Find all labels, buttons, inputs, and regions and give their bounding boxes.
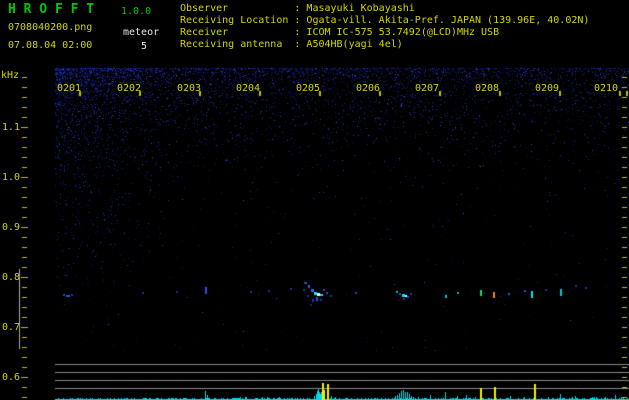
freq-label: 1.0 — [2, 172, 21, 183]
freq-label: 0.9 — [2, 222, 21, 233]
station-info-line: Receiving antenna : A504HB(yagi 4el) — [180, 39, 403, 50]
freq-label: 0.7 — [2, 322, 21, 333]
freq-label: 0.8 — [2, 272, 21, 283]
time-label: 0203 — [177, 83, 202, 94]
output-filename: 0708040200.png — [8, 22, 93, 33]
time-label: 0210 — [594, 83, 619, 94]
app-title: H R O F F T — [8, 2, 95, 17]
time-label: 0202 — [117, 83, 142, 94]
freq-axis-unit: kHz — [1, 70, 20, 81]
time-label: 0208 — [475, 83, 500, 94]
time-label: 0206 — [356, 83, 381, 94]
station-info-line: Receiving Location : Ogata-vill. Akita-P… — [180, 15, 590, 26]
observation-datetime: 07.08.04 02:00 — [8, 40, 93, 51]
spectrogram-canvas — [0, 0, 629, 400]
freq-label: 0.6 — [2, 372, 21, 383]
station-info-line: Observer : Masayuki Kobayashi — [180, 3, 415, 14]
time-label: 0201 — [57, 83, 82, 94]
station-info-line: Receiver : ICOM IC-575 53.7492(@LCD)MHz … — [180, 27, 500, 38]
mode-label: meteor — [123, 27, 160, 38]
time-label: 0204 — [236, 83, 261, 94]
time-label: 0207 — [415, 83, 440, 94]
app-version: 1.0.0 — [121, 6, 152, 17]
time-label: 0205 — [296, 83, 321, 94]
hrofft-screen: H R O F F T 1.0.0 0708040200.png meteor … — [0, 0, 629, 400]
time-label: 0209 — [535, 83, 560, 94]
freq-label: 1.1 — [2, 122, 21, 133]
meteor-count: 5 — [141, 41, 148, 52]
